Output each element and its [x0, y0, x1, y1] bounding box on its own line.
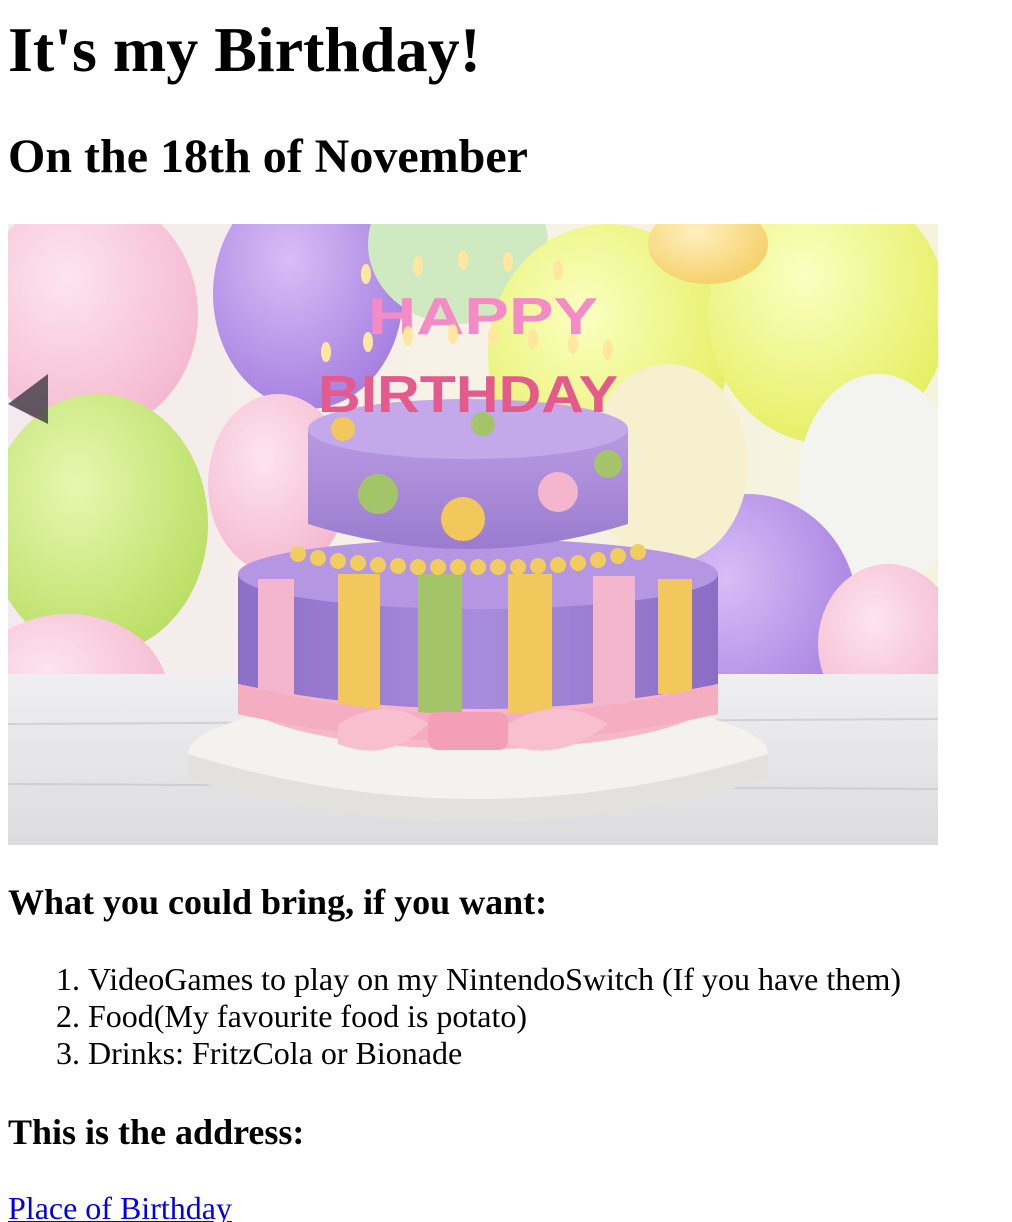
place-of-birthday-link[interactable]: Place of Birthday	[8, 1188, 232, 1222]
cake-lettering-birthday: BIRTHDAY	[318, 366, 618, 424]
address-heading: This is the address:	[8, 1112, 305, 1152]
cake-lettering-happy: HAPPY	[368, 288, 598, 346]
bring-heading: What you could bring, if you want:	[8, 882, 548, 922]
page-title: It's my Birthday!	[8, 14, 481, 85]
bring-list: VideoGames to play on my NintendoSwitch …	[8, 961, 901, 1072]
list-item: Drinks: FritzCola or Bionade	[88, 1035, 901, 1072]
page-subtitle: On the 18th of November	[8, 130, 528, 183]
birthday-cake-image: HAPPY BIRTHDAY	[8, 224, 938, 845]
list-item: Food(My favourite food is potato)	[88, 998, 901, 1035]
list-item: VideoGames to play on my NintendoSwitch …	[88, 961, 901, 998]
